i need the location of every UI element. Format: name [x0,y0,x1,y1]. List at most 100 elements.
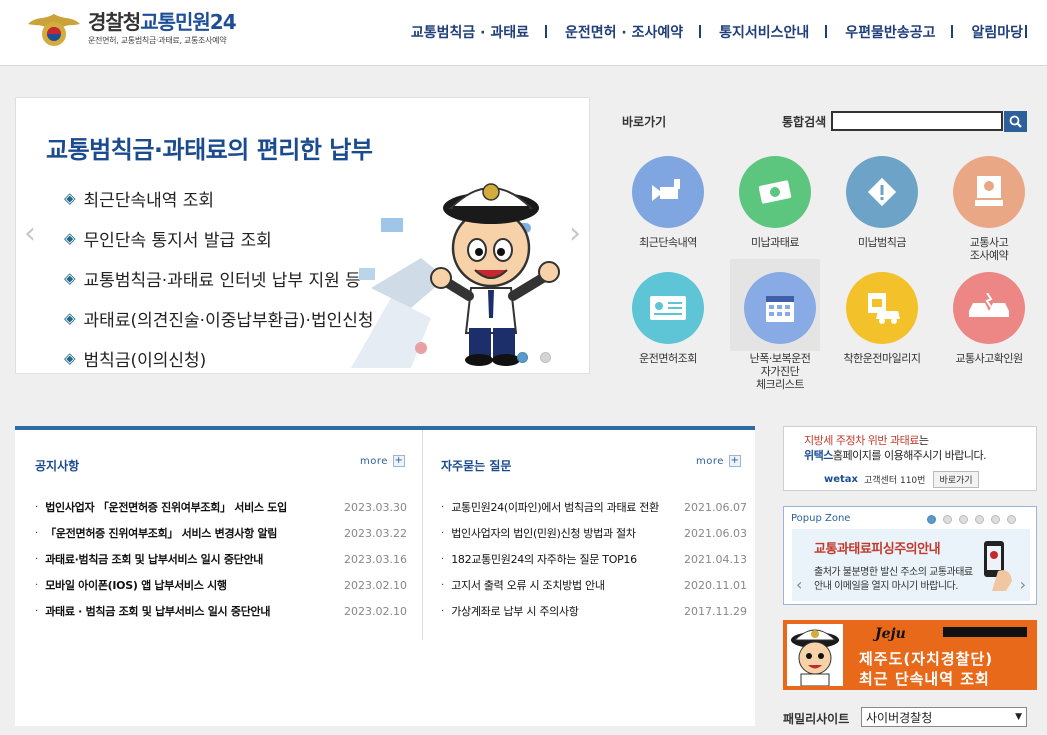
nav-notice-board[interactable]: 알림마당 [953,22,1047,42]
dot-bullet-icon: · [441,553,445,565]
diamond-bullet-icon: ◈ [64,229,76,247]
dot-bullet-icon: · [441,527,445,539]
faq-row[interactable]: · 교통민원24(이파인)에서 범칙금의 과태료 전환 2021.06.07 [441,494,747,520]
popup-zone: Popup Zone ‹ 교통과태료피싱주의안내 출처가 불분명한 발신 주소의… [783,506,1037,605]
money-icon [739,156,811,228]
slider-pagination [505,352,551,363]
notice-row[interactable]: · 과태료·범칙금 조회 및 납부서비스 일시 중단안내 2023.03.16 [35,546,407,572]
quick-unpaid-fine[interactable]: 미납과태료 [725,156,825,249]
dot-bullet-icon: · [35,501,39,513]
quick-mileage[interactable]: 착한운전마일리지 [832,272,932,365]
popup-next-icon[interactable]: › [1020,575,1026,594]
dot-bullet-icon: · [35,553,39,565]
dot-bullet-icon: · [35,605,39,617]
dot-bullet-icon: · [35,527,39,539]
nav-returned-mail[interactable]: 우편물반송공고 [827,22,954,42]
notice-row[interactable]: · 과태료 · 범칙금 조회 및 납부서비스 일시 중단안내 2023.02.10 [35,598,407,624]
dot-bullet-icon: · [35,579,39,591]
popup-zone-title: Popup Zone [791,513,851,524]
popup-prev-icon[interactable]: ‹ [796,575,802,594]
quick-label: 미납과태료 [750,236,800,249]
slider-next-icon[interactable]: › [569,216,581,251]
popup-headline: 교통과태료피싱주의안내 [814,542,941,557]
wetax-logo: wetax [824,474,858,485]
mileage-badge-icon [846,272,918,344]
faq-more-button[interactable]: more + [696,455,741,467]
visual-item-internet-payment[interactable]: ◈ 교통범칙금·과태료 인터넷 납부 지원 등 [64,258,374,298]
visual-service-list: ◈ 최근단속내역 조회 ◈ 무인단속 통지서 발급 조회 ◈ 교통범칙금·과태료 인터… [64,178,374,373]
quick-label: 미납범칙금 [857,236,907,249]
popup-banner-phishing[interactable]: ‹ 교통과태료피싱주의안내 출처가 불분명한 발신 주소의 교통과태료 안내 이… [792,529,1030,601]
visual-item-opinion-refund[interactable]: ◈ 과태료(의견진술·이중납부환급)·법인신청 [64,298,374,338]
phone-hand-icon [984,541,1012,591]
jeju-script-logo: Jeju [875,626,906,642]
slider-dot-1[interactable] [517,352,528,363]
faq-board: 자주묻는 질문 more + · 교통민원24(이파인)에서 범칙금의 과태료 전환… [424,430,755,640]
car-crash-icon [953,272,1025,344]
quick-label: 운전면허조회 [639,352,697,365]
notice-board: 공지사항 more + · 법인사업자 「운전면허증 진위여부조회」 서비스 도입 2… [15,430,423,640]
site-title: 경찰청교통민원24 [88,10,237,34]
wetax-line-2: 위택스홈페이지를 이용해주시기 바랍니다. [804,449,987,462]
quick-label: 최근단속내역 [639,236,697,249]
quick-recent-enforcement[interactable]: 최근단속내역 [618,156,718,249]
warning-icon [846,156,918,228]
quick-unpaid-penalty[interactable]: 미납범칙금 [832,156,932,249]
quick-accident-certificate[interactable]: 교통사고확인원 [939,272,1039,365]
visual-item-objection[interactable]: ◈ 범칙금(이의신청) [64,338,374,373]
site-subtitle: 운전면허, 교통범칙금·과태료, 교통조사예약 [88,36,227,45]
search-icon [1009,115,1022,128]
nav-notification-service[interactable]: 통지서비스안내 [701,22,828,42]
quick-accident-reservation[interactable]: 교통사고 조사예약 [939,156,1039,262]
notice-row[interactable]: · 법인사업자 「운전면허증 진위여부조회」 서비스 도입 2023.03.30 [35,494,407,520]
camera-icon [632,156,704,228]
main-nav: 교통범칙금 · 과태료 운전면허 · 조사예약 통지서비스안내 우편물반송공고 … [393,22,1047,42]
quick-label: 난폭·보복운전 자가진단 체크리스트 [749,352,811,391]
visual-title: 교통범칙금·과태료의 편리한 납부 [46,136,373,164]
faq-title[interactable]: 자주묻는 질문 [441,457,511,474]
site-logo[interactable]: 경찰청교통민원24 운전면허, 교통범칙금·과태료, 교통조사예약 [26,10,237,50]
popup-dot-6[interactable] [1007,515,1016,524]
faq-row[interactable]: · 가상계좌로 납부 시 주의사항 2017.11.29 [441,598,747,624]
nav-license-reservation[interactable]: 운전면허 · 조사예약 [547,22,702,42]
plus-icon: + [392,455,405,467]
search-input[interactable] [831,111,1003,131]
jeju-line-2: 최근 단속내역 조회 [859,670,990,688]
wetax-banner[interactable]: 지방세 주정차 위반 과태료는 위택스홈페이지를 이용해주시기 바랍니다. we… [783,426,1037,491]
police-mascot-icon [787,624,843,686]
popup-dot-1[interactable] [927,515,936,524]
faq-row[interactable]: · 고지서 출력 오류 시 조치방법 안내 2020.11.01 [441,572,747,598]
quick-label: 착한운전마일리지 [843,352,921,365]
family-site-label: 패밀리사이트 [783,712,850,726]
notice-title[interactable]: 공지사항 [35,457,79,474]
notice-list: · 법인사업자 「운전면허증 진위여부조회」 서비스 도입 2023.03.30 ·… [35,494,407,624]
faq-list: · 교통민원24(이파인)에서 범칙금의 과태료 전환 2021.06.07 · 법인… [441,494,747,624]
faq-row[interactable]: · 182교통민원24의 자주하는 질문 TOP16 2021.04.13 [441,546,747,572]
dot-bullet-icon: · [441,501,445,513]
kiosk-icon [953,156,1025,228]
police-mascot-illustration [351,183,560,368]
slider-dot-2[interactable] [540,352,551,363]
popup-dot-3[interactable] [959,515,968,524]
visual-item-recent-enforcement[interactable]: ◈ 최근단속내역 조회 [64,178,374,218]
popup-dot-4[interactable] [975,515,984,524]
wetax-go-button[interactable]: 바로가기 [933,471,979,488]
notice-row[interactable]: · 모바일 아이폰(IOS) 앱 납부서비스 시행 2023.02.10 [35,572,407,598]
search-button[interactable] [1004,111,1027,132]
faq-row[interactable]: · 법인사업자의 법인(민원)신청 방법과 절차 2021.06.03 [441,520,747,546]
jeju-banner[interactable]: Jeju 제주도(자치경찰단) 최근 단속내역 조회 [783,620,1037,690]
family-site-select[interactable]: 사이버경찰청 ▼ [861,707,1027,727]
quick-reckless-checklist[interactable]: 난폭·보복운전 자가진단 체크리스트 [730,259,830,391]
dot-bullet-icon: · [441,605,445,617]
search-label: 통합검색 [782,115,827,129]
wetax-line-1: 지방세 주정차 위반 과태료는 [804,434,929,447]
quick-license-check[interactable]: 운전면허조회 [618,272,718,365]
notice-row[interactable]: · 「운전면허증 진위여부조회」 서비스 변경사항 알림 2023.03.22 [35,520,407,546]
slider-prev-icon[interactable]: ‹ [24,216,36,251]
notice-more-button[interactable]: more + [360,455,405,467]
jeju-line-1: 제주도(자치경찰단) [859,650,994,668]
nav-fine-penalty[interactable]: 교통범칙금 · 과태료 [393,22,548,42]
popup-dot-2[interactable] [943,515,952,524]
popup-dot-5[interactable] [991,515,1000,524]
visual-item-unmanned-notice[interactable]: ◈ 무인단속 통지서 발급 조회 [64,218,374,258]
